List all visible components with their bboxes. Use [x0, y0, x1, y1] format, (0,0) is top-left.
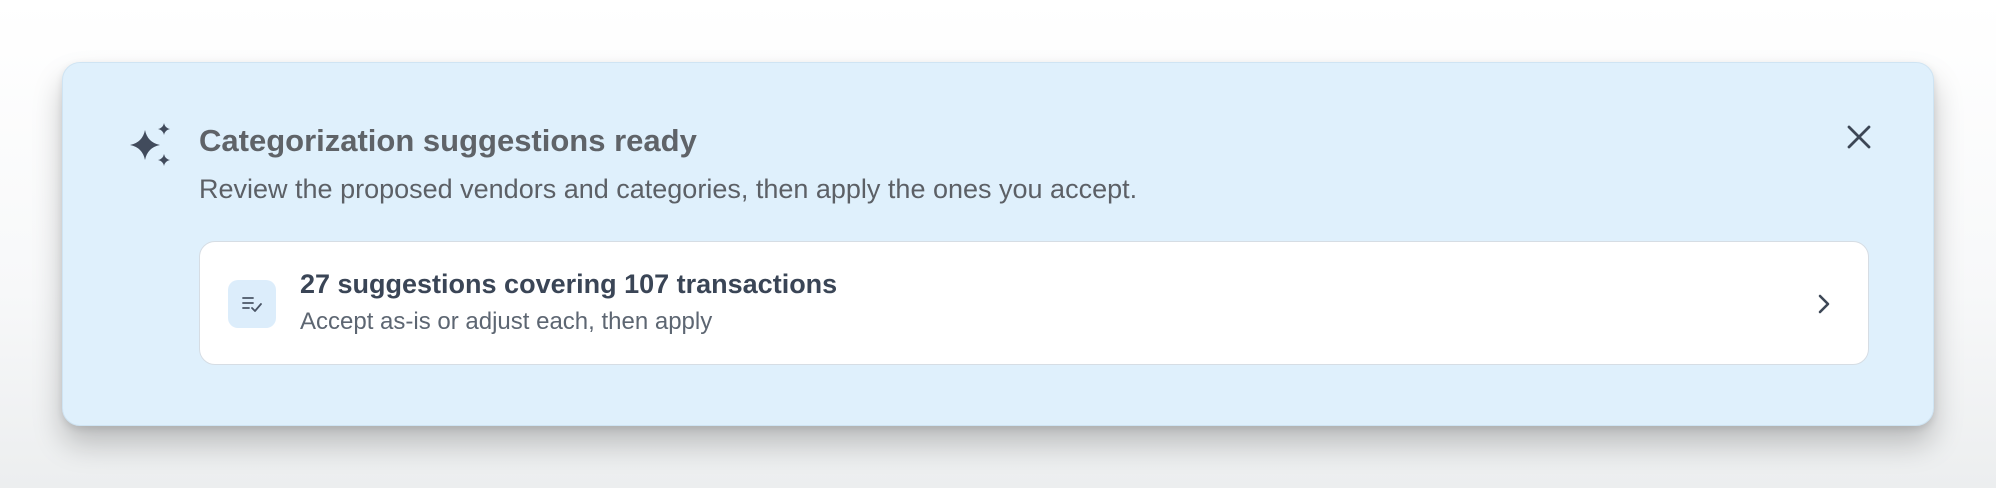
suggestions-banner: Categorization suggestions ready Review …: [62, 62, 1934, 426]
list-check-icon: [228, 280, 276, 328]
suggestion-card[interactable]: 27 suggestions covering 107 transactions…: [199, 241, 1869, 365]
suggestion-card-title: 27 suggestions covering 107 transactions: [300, 269, 838, 299]
sparkles-icon: [127, 121, 175, 169]
suggestion-card-subtitle: Accept as-is or adjust each, then apply: [300, 308, 713, 335]
close-button[interactable]: [1839, 117, 1879, 157]
banner-subtitle: Review the proposed vendors and categori…: [199, 174, 1138, 204]
close-icon: [1847, 125, 1871, 149]
chevron-right-icon: [1806, 286, 1842, 322]
banner-title: Categorization suggestions ready: [199, 123, 697, 158]
